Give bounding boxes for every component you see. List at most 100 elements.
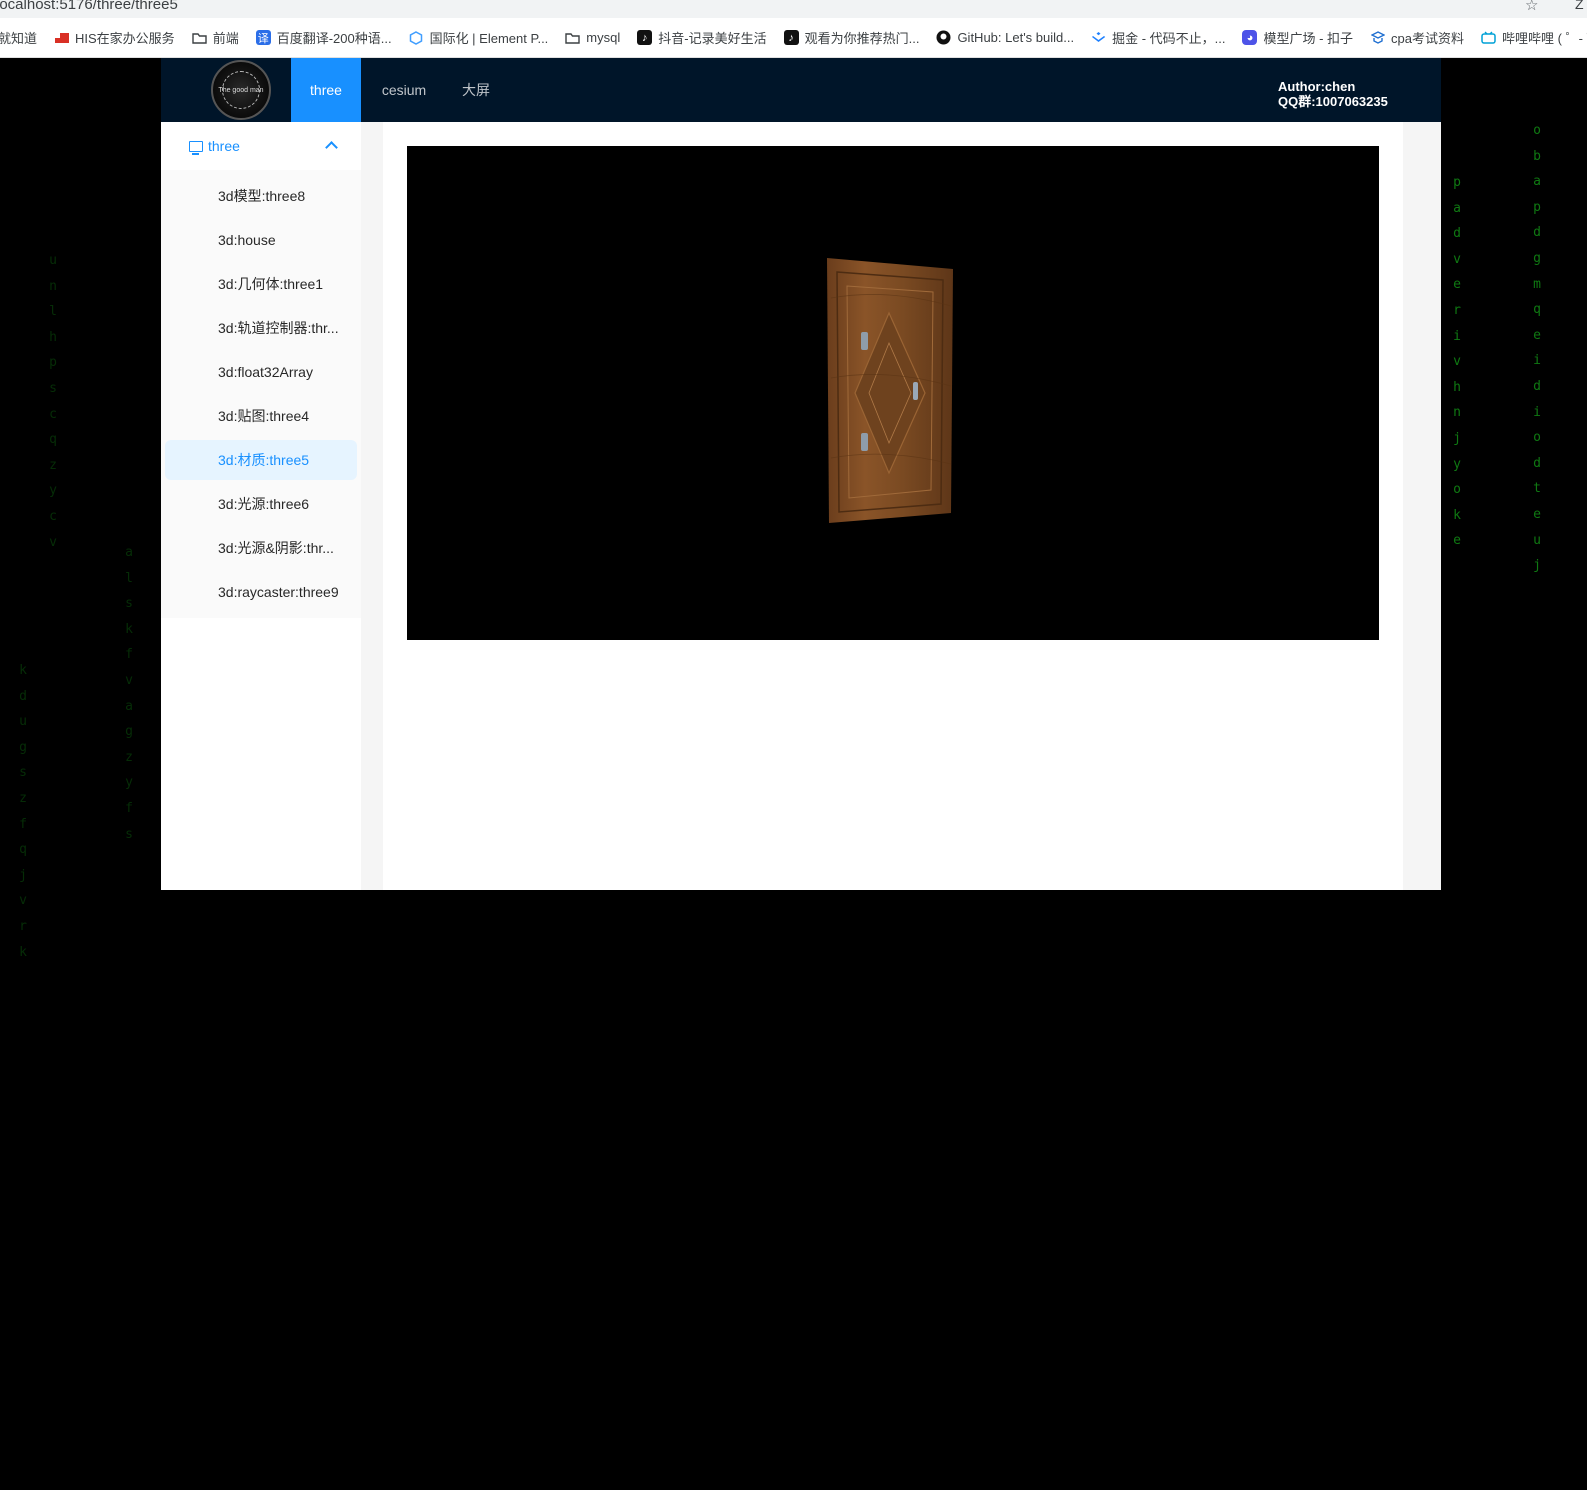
bookmark-label: 模型广场 - 扣子	[1263, 31, 1354, 46]
matrix-char: i	[1533, 353, 1541, 369]
matrix-char: z	[125, 749, 133, 765]
menu-item-selected[interactable]: 3d:材质:three5	[165, 440, 357, 480]
matrix-char: v	[125, 672, 133, 688]
bookmark-label: 前端	[212, 31, 239, 46]
translate-icon: 译	[255, 30, 271, 45]
bookmark-label: 就知道	[0, 31, 38, 46]
nav-tab-cesium[interactable]: cesium	[375, 58, 433, 122]
matrix-char: o	[1533, 123, 1541, 138]
matrix-char: q	[19, 842, 27, 858]
menu-item[interactable]: 3d:光源&阴影:thr...	[165, 528, 357, 568]
menu-item[interactable]: 3d:raycaster:three9	[165, 572, 357, 612]
menu-item[interactable]: 3d:几何体:three1	[165, 264, 357, 304]
matrix-char: j	[1453, 430, 1461, 446]
bookmark-item[interactable]: cpa考试资料	[1370, 28, 1464, 47]
browser-address-bar: localhost:5176/three/three5 ☆ Z	[0, 0, 1587, 18]
logo[interactable]: The good man	[211, 60, 271, 120]
bookmark-label: GitHub: Let's build...	[957, 30, 1075, 45]
matrix-char: p	[1453, 175, 1461, 190]
menu-item[interactable]: 3d:house	[165, 220, 357, 260]
menu-item[interactable]: 3d:float32Array	[165, 352, 357, 392]
matrix-char: k	[19, 944, 27, 960]
matrix-char: b	[1533, 148, 1541, 164]
tiktok-icon: ♪	[637, 30, 653, 45]
app-root: The good man three cesium 大屏 Author:chen…	[161, 58, 1441, 890]
bookmark-item[interactable]: 就知道	[0, 28, 37, 47]
matrix-char: a	[125, 545, 133, 560]
matrix-char: d	[1533, 378, 1541, 394]
bookmark-item[interactable]: ♪ 抖音-记录美好生活	[637, 28, 767, 47]
matrix-char: v	[19, 893, 27, 909]
matrix-char: n	[1453, 405, 1461, 421]
bookmark-item[interactable]: 掘金 - 代码不止，...	[1091, 28, 1225, 47]
matrix-char: d	[19, 688, 27, 704]
bookmark-label: 抖音-记录美好生活	[658, 31, 767, 46]
matrix-char: g	[1533, 250, 1541, 266]
menu-item[interactable]: 3d:轨道控制器:thr...	[165, 308, 357, 348]
matrix-char: y	[1453, 456, 1461, 472]
bookmark-item[interactable]: 译 百度翻译-200种语...	[255, 28, 392, 47]
url-text[interactable]: localhost:5176/three/three5	[0, 0, 178, 13]
matrix-char: d	[1533, 455, 1541, 471]
matrix-char: m	[1533, 276, 1541, 292]
bookmark-item[interactable]: HIS在家办公服务	[54, 28, 175, 47]
element-icon	[409, 30, 424, 45]
bookmark-item[interactable]: ♪ 观看为你推荐热门...	[783, 28, 919, 47]
bookmark-item[interactable]: 国际化 | Element P...	[409, 28, 549, 47]
matrix-char: n	[49, 278, 57, 294]
folder-icon	[191, 30, 207, 45]
flag-icon	[54, 30, 69, 45]
bookmark-label: mysql	[586, 30, 621, 45]
bookmark-label: cpa考试资料	[1391, 31, 1465, 46]
submenu-three[interactable]: three	[161, 122, 361, 170]
matrix-char: z	[49, 457, 57, 473]
matrix-char: r	[1453, 302, 1461, 318]
matrix-char: v	[1453, 354, 1461, 370]
bookmark-label: HIS在家办公服务	[75, 31, 175, 46]
bookmark-item[interactable]: 哔哩哔哩 ( ゜- ゜)つ	[1481, 28, 1587, 47]
matrix-char: p	[1533, 199, 1541, 215]
cpa-icon	[1370, 30, 1385, 45]
door-model	[827, 258, 953, 523]
matrix-rain-column: kdugszfqjvrk	[16, 658, 30, 1490]
matrix-char: l	[49, 304, 57, 320]
three-canvas[interactable]	[407, 146, 1379, 640]
matrix-char: a	[1453, 200, 1461, 216]
menu-item[interactable]: 3d:贴图:three4	[165, 396, 357, 436]
bookmark-item[interactable]: 前端	[191, 28, 239, 47]
matrix-char: k	[125, 621, 133, 637]
matrix-char: f	[125, 800, 133, 816]
matrix-char: p	[49, 355, 57, 371]
matrix-char: e	[1453, 533, 1461, 549]
matrix-rain-column: alskfvagzyfs	[122, 540, 136, 1372]
chevron-up-icon	[325, 141, 338, 154]
matrix-char: d	[1453, 226, 1461, 242]
bilibili-icon	[1481, 30, 1496, 45]
menu-item[interactable]: 3d模型:three8	[165, 176, 357, 216]
matrix-char: r	[19, 918, 27, 934]
github-icon	[936, 30, 951, 45]
bookmark-item[interactable]: ◕ 模型广场 - 扣子	[1242, 28, 1353, 47]
matrix-char: z	[19, 790, 27, 806]
sidebar: three 3d模型:three8 3d:house 3d:几何体:three1…	[161, 122, 361, 890]
bookmark-star-icon[interactable]: ☆	[1525, 0, 1538, 14]
nav-tab-three[interactable]: three	[291, 58, 361, 122]
bookmark-item[interactable]: GitHub: Let's build...	[936, 30, 1074, 45]
matrix-char: i	[1453, 328, 1461, 344]
matrix-char: k	[1453, 507, 1461, 523]
matrix-rain-column: obapdgmqeidiodteuj	[1530, 118, 1544, 950]
matrix-rain-column: padverivhnjyoke	[1450, 170, 1464, 1002]
bookmark-item[interactable]: mysql	[565, 30, 620, 45]
bookmark-label: 国际化 | Element P...	[429, 31, 549, 46]
matrix-char: u	[1533, 532, 1541, 548]
top-header: The good man three cesium 大屏 Author:chen…	[161, 58, 1441, 122]
matrix-char: f	[125, 647, 133, 663]
logo-text: The good man	[218, 87, 264, 94]
nav-tab-dashboard[interactable]: 大屏	[447, 58, 505, 122]
matrix-rain-column: unlhpscqzycv	[46, 248, 60, 1080]
matrix-char: e	[1453, 277, 1461, 293]
menu-item[interactable]: 3d:光源:three6	[165, 484, 357, 524]
matrix-char: u	[49, 253, 57, 268]
bookmark-label: 哔哩哔哩 ( ゜- ゜)つ	[1502, 31, 1587, 46]
bookmark-label: 百度翻译-200种语...	[276, 31, 392, 46]
